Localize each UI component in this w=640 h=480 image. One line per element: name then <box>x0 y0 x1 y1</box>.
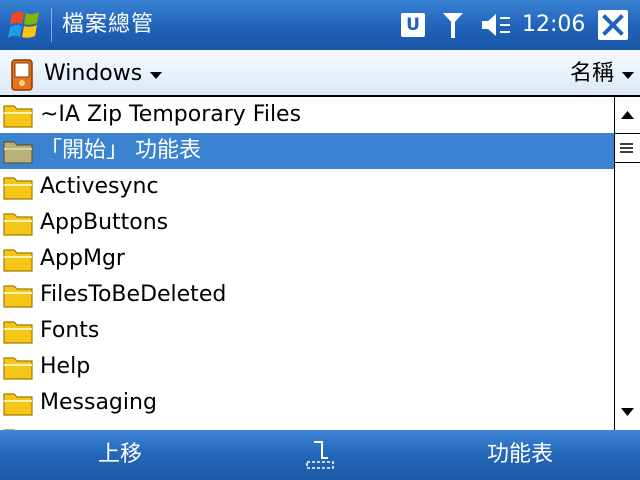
folder-icon <box>3 213 33 236</box>
folder-icon <box>3 105 33 128</box>
list-item-label: 「開始」 功能表 <box>40 138 201 163</box>
list-item[interactable]: Fonts <box>0 313 614 349</box>
grip-lines-icon <box>620 143 633 153</box>
list-item-label: ~IA Zip Temporary Files <box>40 102 302 127</box>
list-item-label: AppButtons <box>40 210 169 235</box>
start-button[interactable] <box>4 4 48 46</box>
list-item[interactable]: ~IA Zip Temporary Files <box>0 97 614 133</box>
title-bar: 檔案總管 U 12:06 <box>0 0 640 50</box>
up-softkey[interactable]: 上移 <box>70 440 170 470</box>
scroll-down-button[interactable] <box>615 394 640 430</box>
folder-dropdown[interactable]: Windows <box>44 59 163 89</box>
current-folder-name: Windows <box>44 61 143 86</box>
clock[interactable]: 12:06 <box>522 12 585 38</box>
notification-badge[interactable]: U <box>401 13 425 37</box>
screen: 檔案總管 U 12:06 Windows 名稱 ~IA Zip Temporar… <box>0 0 640 480</box>
list-item-label: Messaging <box>40 390 157 415</box>
sort-dropdown[interactable]: 名稱 <box>570 59 634 89</box>
folder-toolbar: Windows 名稱 <box>0 50 640 97</box>
antenna-signal-icon[interactable] <box>440 10 466 40</box>
sort-by-label: 名稱 <box>569 61 614 86</box>
menu-softkey[interactable]: 功能表 <box>470 440 570 470</box>
folder-icon <box>3 249 33 272</box>
keyboard-input-icon <box>306 441 334 469</box>
pocket-pc-icon <box>11 59 33 91</box>
file-list[interactable]: ~IA Zip Temporary Files 「開始」 功能表 Actives… <box>0 97 614 430</box>
arrow-up-icon <box>621 111 634 119</box>
list-item[interactable]: AppButtons <box>0 205 614 241</box>
list-item-label: Fonts <box>40 318 100 343</box>
folder-icon <box>3 393 33 416</box>
input-panel-button[interactable] <box>302 438 338 472</box>
app-title: 檔案總管 <box>62 12 155 37</box>
scroll-thumb[interactable] <box>615 133 640 163</box>
chevron-down-icon <box>622 72 634 79</box>
list-item[interactable]: Messaging <box>0 385 614 421</box>
list-item-label: Activesync <box>40 174 159 199</box>
windows-flag-icon <box>8 11 39 38</box>
list-item[interactable]: Activesync <box>0 169 614 205</box>
close-button[interactable] <box>598 10 628 40</box>
folder-icon <box>3 177 33 200</box>
softkey-bar: 上移 功能表 <box>0 430 640 480</box>
speaker-muted-icon[interactable] <box>480 11 514 39</box>
chevron-down-icon <box>150 72 163 79</box>
list-item-label: AppMgr <box>40 246 125 271</box>
list-item[interactable]: AppMgr <box>0 241 614 277</box>
list-item[interactable]: Help <box>0 349 614 385</box>
folder-icon <box>3 141 33 164</box>
list-item-partial[interactable] <box>0 421 614 430</box>
title-separator <box>51 8 52 42</box>
arrow-down-icon <box>621 408 634 416</box>
list-item-label: FilesToBeDeleted <box>40 282 227 307</box>
folder-icon <box>3 321 33 344</box>
folder-icon <box>3 285 33 308</box>
scroll-up-button[interactable] <box>615 97 640 133</box>
vertical-scrollbar[interactable] <box>614 97 640 430</box>
close-x-icon <box>602 14 624 36</box>
list-item-selected[interactable]: 「開始」 功能表 <box>0 133 614 169</box>
folder-icon <box>3 357 33 380</box>
list-item[interactable]: FilesToBeDeleted <box>0 277 614 313</box>
list-item-label: Help <box>40 354 91 379</box>
